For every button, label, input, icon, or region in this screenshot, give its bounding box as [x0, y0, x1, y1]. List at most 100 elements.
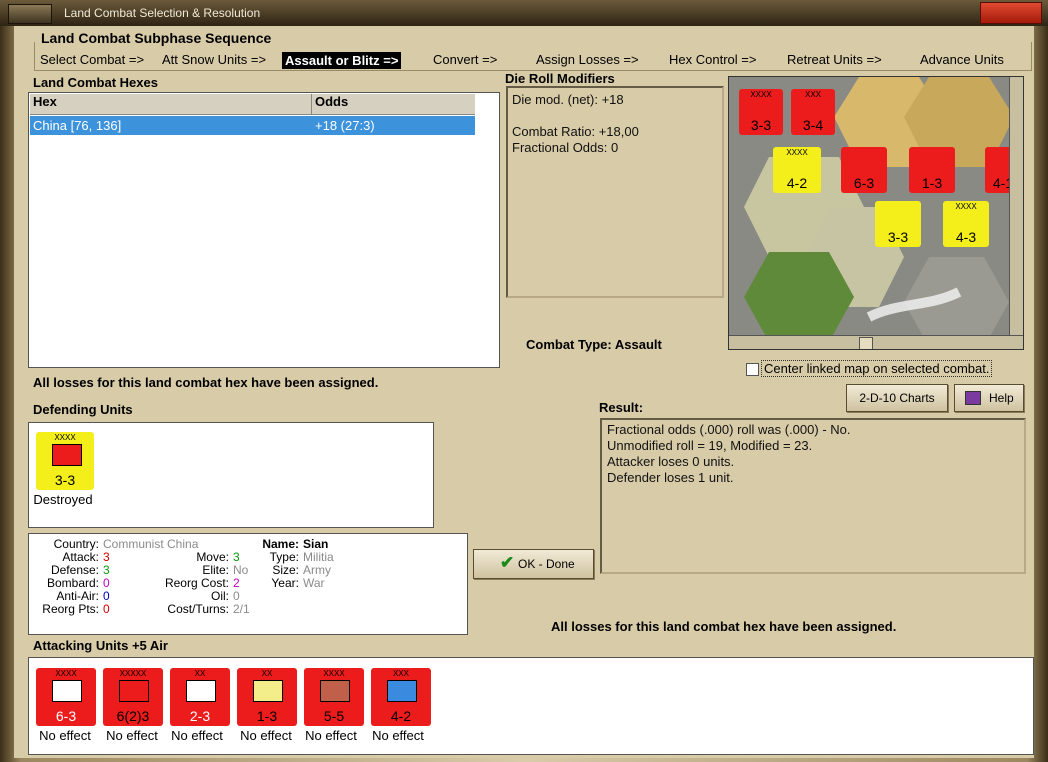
country-value: Communist China: [103, 537, 199, 551]
combat-type: Combat Type: Assault: [526, 337, 662, 352]
attacking-unit-status: No effect: [39, 728, 91, 743]
map-counter-size: XXXX: [786, 148, 808, 157]
center-map-label[interactable]: Center linked map on selected combat.: [761, 360, 993, 377]
result-heading: Result:: [599, 400, 644, 415]
combat-type-value: Assault: [614, 337, 662, 352]
bombard-value: 0: [103, 576, 110, 590]
step-convert[interactable]: Convert =>: [433, 52, 497, 67]
oil-label: Oil:: [211, 589, 229, 603]
move-label: Move:: [196, 550, 229, 564]
die-roll-box: Die mod. (net): +18 Combat Ratio: +18,00…: [506, 86, 724, 298]
map-counter-size: XXXX: [750, 90, 772, 99]
attacking-unit-counter[interactable]: XXX 4-2: [371, 668, 431, 726]
defending-unit-counter[interactable]: XXXX 3-3: [36, 432, 94, 490]
help-button-label: Help: [989, 391, 1014, 405]
charts-button-label: 2-D-10 Charts: [859, 391, 935, 405]
map-counter[interactable]: XXXX 4-2: [773, 147, 821, 193]
column-hex[interactable]: Hex: [30, 94, 312, 115]
step-hex-control[interactable]: Hex Control =>: [669, 52, 756, 67]
counter-value: 6(2)3: [116, 708, 150, 724]
charts-button[interactable]: 2-D-10 Charts: [846, 384, 948, 412]
size-value: Army: [303, 563, 331, 577]
map-counter[interactable]: 6-3: [841, 147, 887, 193]
counter-value: 2-3: [189, 708, 211, 724]
map-counter-size: XXXX: [955, 202, 977, 211]
step-retreat-units[interactable]: Retreat Units =>: [787, 52, 882, 67]
type-value: Militia: [303, 550, 334, 564]
step-att-snow-units[interactable]: Att Snow Units =>: [162, 52, 266, 67]
attacking-unit-counter[interactable]: XXXX 6-3: [36, 668, 96, 726]
window-title: Land Combat Selection & Resolution: [64, 6, 261, 20]
die-roll-heading: Die Roll Modifiers: [505, 71, 615, 86]
combat-type-label: Combat Type:: [526, 337, 612, 352]
infantry-symbol-icon: [119, 680, 149, 702]
cost-turns-value: 2/1: [233, 602, 250, 616]
counter-size: XX: [194, 669, 206, 678]
map-counter-value: 3-3: [750, 117, 772, 133]
name-label: Name:: [262, 537, 299, 551]
attacking-unit-status: No effect: [240, 728, 292, 743]
center-map-checkbox[interactable]: [746, 363, 759, 376]
losses-message-bottom: All losses for this land combat hex have…: [551, 619, 897, 634]
counter-value: 4-2: [390, 708, 412, 724]
reorg-pts-label: Reorg Pts:: [42, 602, 99, 616]
antiair-label: Anti-Air:: [56, 589, 99, 603]
artillery-symbol-icon: [186, 680, 216, 702]
map-vertical-scrollbar[interactable]: [1009, 77, 1023, 335]
mountain-symbol-icon: [387, 680, 417, 702]
counter-size: XXXXX: [119, 669, 147, 678]
map-counter[interactable]: XXX 3-4: [791, 89, 835, 135]
attacking-unit-counter[interactable]: XXXX 5-5: [304, 668, 364, 726]
map-counter-value: 3-3: [887, 229, 909, 245]
attacking-unit-counter[interactable]: XX 1-3: [237, 668, 297, 726]
ok-done-button[interactable]: ✔ OK - Done: [473, 549, 594, 579]
map-counter[interactable]: 1-3: [909, 147, 955, 193]
system-menu-button[interactable]: [8, 4, 52, 24]
defense-label: Defense:: [50, 563, 99, 577]
reorg-cost-label: Reorg Cost:: [164, 576, 229, 590]
antiair-value: 0: [103, 589, 110, 603]
counter-size: XXXX: [54, 433, 76, 442]
map-counter[interactable]: XXXX 3-3: [739, 89, 783, 135]
cost-turns-label: Cost/Turns:: [167, 602, 229, 616]
map-counter[interactable]: XXXX 4-3: [943, 201, 989, 247]
row-hex: China [76, 136]: [33, 118, 122, 133]
attacking-unit-counter[interactable]: XX 2-3: [170, 668, 230, 726]
close-button[interactable]: [980, 2, 1042, 24]
map-scroll-thumb[interactable]: [859, 337, 873, 349]
motorized-symbol-icon: [320, 680, 350, 702]
attacking-unit-status: No effect: [106, 728, 158, 743]
defending-unit-status: Destroyed: [33, 492, 93, 507]
ok-done-label: OK - Done: [518, 557, 575, 571]
row-odds: +18 (27:3): [315, 118, 375, 133]
attacking-unit-status: No effect: [305, 728, 357, 743]
map-counter-value: 4-3: [955, 229, 977, 245]
table-row[interactable]: China [76, 136] +18 (27:3): [30, 116, 475, 135]
counter-size: XXXX: [55, 669, 77, 678]
attack-value: 3: [103, 550, 110, 564]
type-label: Type:: [269, 550, 299, 564]
linked-map[interactable]: XXXX 3-3 XXX 3-4 XXXX 4-2 6-3 1-3 3-3 XX…: [728, 76, 1024, 350]
elite-label: Elite:: [202, 563, 229, 577]
step-select-combat[interactable]: Select Combat =>: [40, 52, 144, 67]
unit-details: Country: Communist China Attack: 3 Defen…: [28, 533, 468, 635]
step-advance-units[interactable]: Advance Units: [920, 52, 1004, 67]
reorg-cost-value: 2: [233, 576, 240, 590]
year-value: War: [303, 576, 325, 590]
help-button[interactable]: Help: [954, 384, 1024, 412]
attacking-unit-counter[interactable]: XXXXX 6(2)3: [103, 668, 163, 726]
country-label: Country:: [53, 537, 99, 551]
hexes-heading: Land Combat Hexes: [33, 75, 158, 90]
map-counter[interactable]: 3-3: [875, 201, 921, 247]
combat-ratio-line: Combat Ratio: +18,00: [512, 124, 639, 139]
militia-symbol-icon: [52, 444, 82, 466]
map-counter-value: 1-3: [921, 175, 943, 191]
counter-value: 3-3: [54, 472, 76, 488]
step-assault-or-blitz[interactable]: Assault or Blitz =>: [282, 52, 402, 69]
step-assign-losses[interactable]: Assign Losses =>: [536, 52, 639, 67]
column-hex-label: Hex: [33, 94, 57, 109]
column-odds[interactable]: Odds: [312, 94, 475, 115]
attacking-unit-status: No effect: [171, 728, 223, 743]
map-counter-value: 3-4: [802, 117, 824, 133]
map-horizontal-scrollbar[interactable]: [729, 335, 1023, 349]
